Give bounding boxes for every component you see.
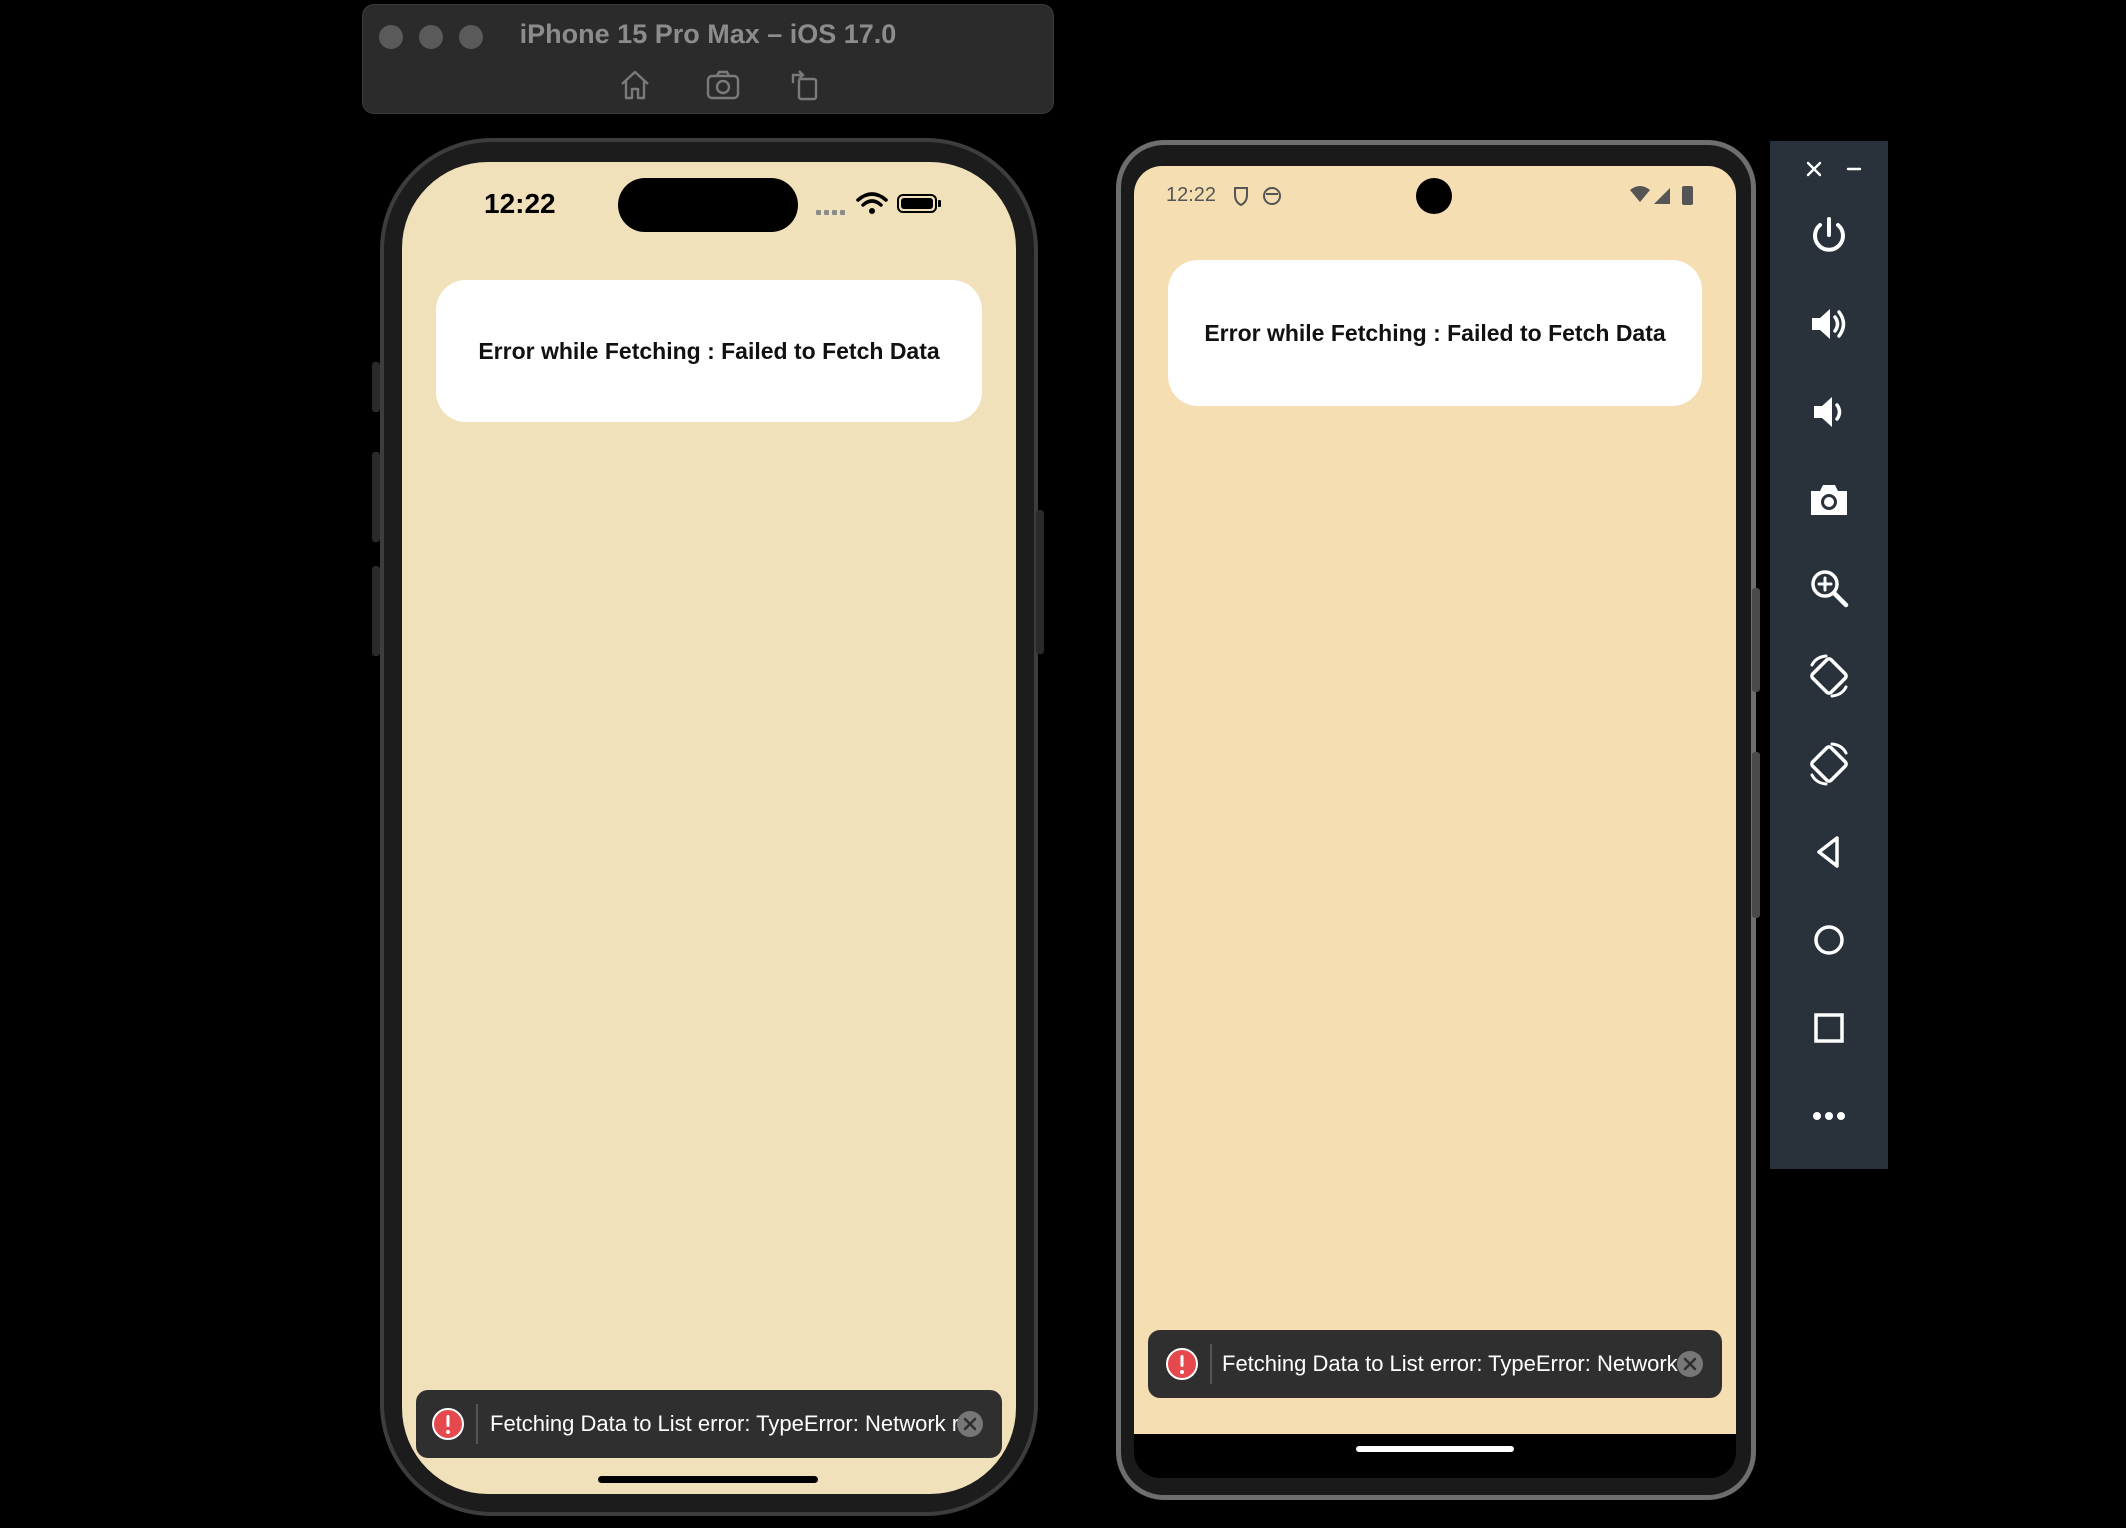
simulator-title-bar: iPhone 15 Pro Max – iOS 17.0 bbox=[362, 4, 1054, 114]
error-toast[interactable]: Fetching Data to List error: TypeError: … bbox=[1148, 1330, 1722, 1398]
toast-separator bbox=[476, 1404, 478, 1444]
power-icon bbox=[1813, 217, 1845, 252]
toast-message: Fetching Data to List error: TypeError: … bbox=[490, 1411, 977, 1436]
power-side-button[interactable] bbox=[1752, 588, 1760, 692]
volume-down-button[interactable] bbox=[1770, 377, 1888, 447]
error-alert-icon bbox=[1166, 1348, 1198, 1380]
android-gesture-bar bbox=[1134, 1434, 1736, 1478]
error-toast[interactable]: Fetching Data to List error: TypeError: … bbox=[416, 1390, 1002, 1458]
error-message: Error while Fetching : Failed to Fetch D… bbox=[1204, 320, 1666, 346]
minimize-icon[interactable] bbox=[1844, 159, 1864, 179]
rotate-icon[interactable] bbox=[787, 67, 823, 103]
cell-signal-icon bbox=[1654, 188, 1670, 204]
status-time: 12:22 bbox=[484, 188, 556, 219]
screenshot-button[interactable] bbox=[1770, 465, 1888, 535]
overview-icon bbox=[1814, 1013, 1844, 1043]
dynamic-island bbox=[618, 178, 798, 232]
toast-separator bbox=[1210, 1344, 1212, 1384]
screenshot-icon[interactable] bbox=[705, 67, 741, 103]
battery-icon bbox=[897, 194, 941, 213]
rotate-left-button[interactable] bbox=[1770, 641, 1888, 711]
wifi-icon bbox=[1630, 186, 1650, 202]
volume-up-button[interactable] bbox=[1770, 289, 1888, 359]
back-button[interactable] bbox=[1770, 817, 1888, 887]
more-button[interactable] bbox=[1770, 1081, 1888, 1151]
rotate-right-button[interactable] bbox=[1770, 729, 1888, 799]
wifi-icon bbox=[856, 192, 888, 214]
camera-icon bbox=[1811, 485, 1847, 515]
rotate-left-icon bbox=[1810, 654, 1848, 698]
gesture-handle[interactable] bbox=[1356, 1446, 1514, 1452]
signal-icon bbox=[816, 210, 845, 215]
status-time: 12:22 bbox=[1166, 184, 1217, 206]
volume-down-icon bbox=[1814, 397, 1842, 427]
volume-down-side-button[interactable] bbox=[372, 566, 380, 656]
status-bar-icons bbox=[816, 192, 941, 215]
action-button[interactable] bbox=[372, 362, 380, 412]
android-screen: 12:22 Error while Fetching : Failed to F… bbox=[1134, 166, 1736, 1434]
power-button[interactable] bbox=[1770, 201, 1888, 271]
app-notification-icon bbox=[1263, 187, 1281, 205]
home-button[interactable] bbox=[1770, 905, 1888, 975]
volume-up-icon bbox=[1812, 309, 1846, 339]
home-icon[interactable] bbox=[617, 67, 653, 103]
status-notification-icons bbox=[1234, 187, 1281, 207]
front-camera bbox=[1416, 178, 1452, 214]
rotate-right-icon bbox=[1810, 742, 1848, 786]
status-system-icons bbox=[1630, 186, 1693, 205]
home-icon bbox=[1814, 925, 1844, 955]
error-alert-icon bbox=[432, 1408, 464, 1440]
overview-button[interactable] bbox=[1770, 993, 1888, 1063]
volume-side-button[interactable] bbox=[1752, 752, 1760, 918]
iphone-screen: 12:22 Error while Fetching : Failed to F… bbox=[402, 162, 1016, 1494]
side-power-button[interactable] bbox=[1036, 510, 1044, 654]
simulator-title: iPhone 15 Pro Max – iOS 17.0 bbox=[519, 19, 897, 49]
battery-icon bbox=[1682, 186, 1693, 205]
back-icon bbox=[1817, 836, 1839, 868]
shield-icon bbox=[1234, 187, 1248, 207]
volume-up-side-button[interactable] bbox=[372, 452, 380, 542]
error-card: Error while Fetching : Failed to Fetch D… bbox=[436, 280, 982, 422]
home-indicator[interactable] bbox=[598, 1476, 818, 1483]
close-icon[interactable] bbox=[1804, 159, 1824, 179]
error-message: Error while Fetching : Failed to Fetch D… bbox=[478, 338, 940, 364]
toast-message: Fetching Data to List error: TypeError: … bbox=[1222, 1351, 1703, 1376]
close-icon[interactable] bbox=[956, 1410, 984, 1438]
close-icon[interactable] bbox=[1676, 1350, 1704, 1378]
more-icon bbox=[1813, 1112, 1845, 1120]
error-card: Error while Fetching : Failed to Fetch D… bbox=[1168, 260, 1702, 406]
zoom-button[interactable] bbox=[1770, 553, 1888, 623]
zoom-icon bbox=[1811, 570, 1849, 608]
emulator-control-panel bbox=[1770, 141, 1888, 1169]
